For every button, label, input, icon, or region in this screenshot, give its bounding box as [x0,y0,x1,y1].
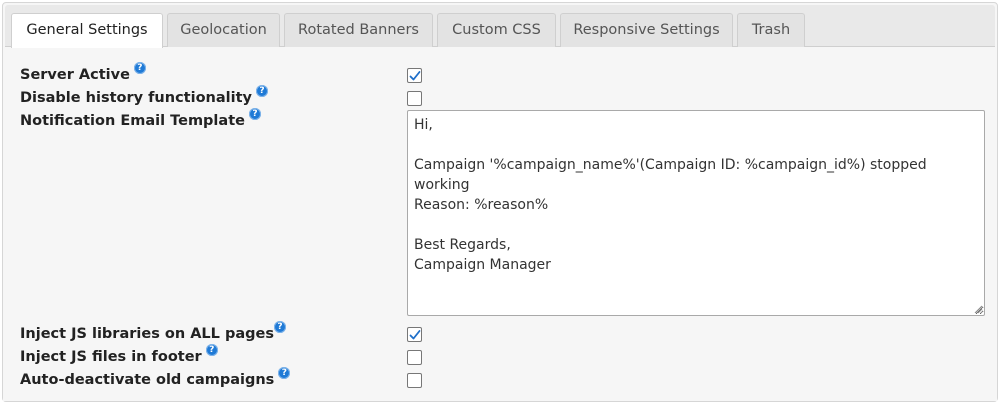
tab-responsive-settings[interactable]: Responsive Settings [560,13,733,47]
help-icon[interactable]: ? [248,108,261,120]
checkmark-icon [409,330,421,340]
inject-js-all-checkbox[interactable] [407,327,422,342]
tab-trash[interactable]: Trash [737,13,805,47]
disable-history-label: Disable history functionality? [20,85,268,107]
resize-grip-icon[interactable] [973,304,983,314]
checkmark-icon [409,71,421,81]
tab-rotated-banners[interactable]: Rotated Banners [284,13,433,47]
inject-js-all-label: Inject JS libraries on ALL pages? [20,321,286,343]
auto-deactivate-checkbox[interactable] [407,373,422,388]
help-icon[interactable]: ? [278,367,291,379]
tab-geolocation[interactable]: Geolocation [167,13,280,47]
help-icon[interactable]: ? [255,85,268,97]
tab-custom-css[interactable]: Custom CSS [437,13,556,47]
help-icon[interactable]: ? [133,62,146,74]
tab-bar: General Settings Geolocation Rotated Ban… [5,5,995,48]
notification-template-textarea[interactable]: Hi, Campaign '%campaign_name%'(Campaign … [407,110,985,316]
inject-js-footer-label: Inject JS files in footer? [20,344,218,366]
settings-panel: General Settings Geolocation Rotated Ban… [2,2,998,402]
tab-general-settings[interactable]: General Settings [11,13,163,48]
disable-history-checkbox[interactable] [407,91,422,106]
help-icon[interactable]: ? [205,344,218,356]
general-settings-content: Server Active? Disable history functiona… [3,47,997,401]
server-active-label: Server Active? [20,62,146,84]
help-icon[interactable]: ? [273,321,286,333]
notification-template-label: Notification Email Template? [20,108,261,130]
inject-js-footer-checkbox[interactable] [407,350,422,365]
auto-deactivate-label: Auto-deactivate old campaigns? [20,367,291,389]
server-active-checkbox[interactable] [407,68,422,83]
